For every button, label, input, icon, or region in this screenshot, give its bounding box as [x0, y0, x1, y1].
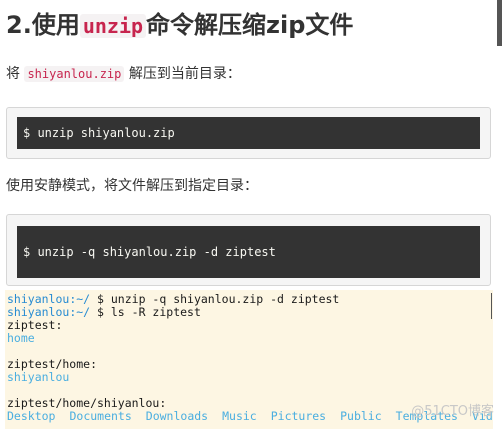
- watermark: @51CTO博客: [411, 404, 494, 419]
- para1-after: 解压到当前目录：: [128, 66, 241, 82]
- code-block-2-content: $ unzip -q shiyanlou.zip -d ziptest: [17, 226, 480, 278]
- prompt-path: :~/: [69, 305, 91, 319]
- dir-entry: Pictures: [270, 409, 327, 423]
- prompt-path: :~/: [69, 292, 91, 306]
- terminal-command-2: $ ls -R ziptest: [97, 305, 201, 319]
- prompt-user: shiyanlou: [7, 305, 70, 319]
- heading-prefix: 2.使用: [6, 11, 80, 39]
- dir-entry: Music: [222, 409, 257, 423]
- instruction-text-2: 使用安静模式，将文件解压到指定目录：: [6, 178, 258, 194]
- instruction-text-1: 将 shiyanlou.zip 解压到当前目录：: [6, 64, 241, 84]
- dir-entry: Downloads: [145, 409, 209, 423]
- cursor-mark: [491, 293, 492, 306]
- code-block-1-content: $ unzip shiyanlou.zip: [17, 117, 480, 149]
- heading-suffix: 命令解压缩zip文件: [146, 11, 354, 39]
- section-heading: 2.使用 unzip 命令解压缩zip文件: [6, 7, 353, 44]
- scrollbar-thumb[interactable]: [497, 0, 502, 46]
- heading-command-code: unzip: [79, 14, 147, 38]
- cursor-mark: [491, 306, 492, 319]
- code-block-2: $ unzip -q shiyanlou.zip -d ziptest: [6, 214, 491, 286]
- terminal-output-2: home: [7, 331, 35, 345]
- prompt-user: shiyanlou: [7, 292, 70, 306]
- code-block-1: $ unzip shiyanlou.zip: [6, 107, 491, 159]
- dir-entry: Public: [340, 409, 382, 423]
- para1-before: 将: [6, 66, 20, 82]
- filename-code: shiyanlou.zip: [24, 66, 125, 82]
- terminal-command-1: $ unzip -q shiyanlou.zip -d ziptest: [97, 292, 340, 306]
- dir-entry: Documents: [69, 409, 132, 423]
- dir-entry: Desktop: [7, 409, 56, 423]
- terminal-output-4: shiyanlou: [7, 370, 70, 384]
